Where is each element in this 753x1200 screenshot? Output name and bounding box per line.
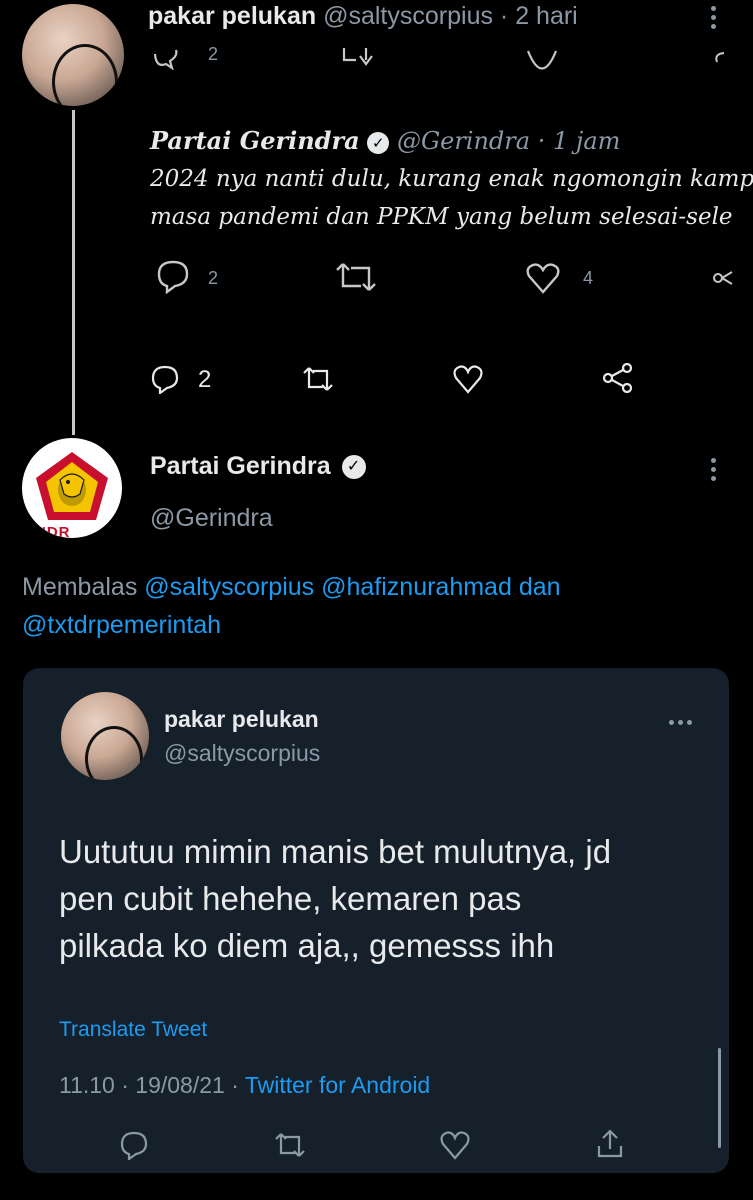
tweet1-like-button[interactable]	[452, 364, 484, 394]
quoted-time: · 1 jam	[537, 127, 621, 155]
author-name[interactable]: pakar pelukan	[148, 2, 316, 30]
gerindra-avatar[interactable]: RINDR	[22, 438, 122, 538]
tweet1-reply-button[interactable]	[150, 364, 180, 394]
quoted-like-count: 4	[583, 268, 594, 288]
avatar-detail	[85, 726, 143, 780]
reply-prefix: Membalas	[22, 573, 138, 601]
mention-link[interactable]: @txtdrpemerintah	[22, 611, 221, 639]
card-share-icon	[595, 1128, 625, 1160]
avatar-detail	[52, 44, 118, 106]
share-icon[interactable]	[712, 50, 726, 64]
quoted-share-icon	[712, 270, 734, 286]
retweet-icon[interactable]	[338, 46, 380, 70]
like-icon[interactable]	[525, 48, 559, 72]
card-source: Twitter for Android	[244, 1072, 431, 1098]
card-text-line: pen cubit hehehe, kemaren pas	[59, 880, 522, 917]
mention-link[interactable]: @hafiznurahmad	[321, 573, 512, 601]
card-reply-icon	[119, 1130, 149, 1160]
mention-link[interactable]: @saltyscorpius	[144, 573, 314, 601]
verified-icon: ✓	[341, 455, 366, 480]
quoted-reply-count: 2	[208, 268, 219, 288]
card-retweet-icon	[273, 1132, 307, 1158]
thread-line	[72, 110, 75, 435]
quoted-author-name: Partai Gerindra	[150, 126, 360, 155]
quoted-text-line1: 2024 nya nanti dulu, kurang enak ngomong…	[150, 166, 753, 192]
author-name[interactable]: Partai Gerindra	[150, 452, 331, 480]
more-options-icon[interactable]	[711, 454, 716, 485]
author-handle[interactable]: @saltyscorpius	[323, 2, 493, 30]
card-avatar	[61, 692, 149, 780]
separator-dot: ·	[499, 2, 509, 30]
card-author-handle: @saltyscorpius	[164, 740, 321, 766]
reply-context: Membalas @saltyscorpius @hafiznurahmad d…	[22, 568, 722, 644]
tweet1-retweet-button[interactable]	[301, 366, 335, 392]
gerindra-logo-text: RINDR	[22, 524, 71, 538]
reply-count: 2	[208, 44, 219, 64]
author-handle[interactable]: @Gerindra	[150, 504, 273, 533]
quoted-handle: @Gerindra	[396, 127, 531, 155]
verified-icon: ✓	[367, 131, 390, 154]
card-like-icon	[439, 1130, 471, 1160]
tweet1-header: pakar pelukan @saltyscorpius · 2 hari	[148, 2, 578, 31]
translate-tweet-link: Translate Tweet	[59, 1018, 208, 1041]
quoted-reply-icon	[155, 258, 191, 294]
avatar-pakar-pelukan[interactable]	[22, 4, 124, 106]
timestamp[interactable]: 2 hari	[515, 2, 578, 30]
quoted-text-line2: masa pandemi dan PPKM yang belum selesai…	[150, 204, 733, 230]
embedded-tweet-card[interactable]: pakar pelukan @saltyscorpius Uututuu mim…	[23, 668, 729, 1173]
quoted-like-icon	[525, 262, 561, 294]
quoted-retweet-icon	[333, 262, 379, 292]
tweet1-share-button[interactable]	[602, 363, 634, 393]
card-text-line: pilkada ko diem aja,, gemesss ihh	[59, 927, 555, 964]
card-more-icon	[667, 712, 694, 730]
tweet2-header: Partai Gerindra ✓	[150, 452, 366, 481]
more-options-icon[interactable]	[711, 2, 716, 33]
reply-conjunction: dan	[518, 573, 561, 601]
card-meta: 11.10 · 19/08/21 · Twitter for Android	[59, 1072, 430, 1099]
card-timestamp: 11.10 · 19/08/21 ·	[59, 1072, 239, 1098]
reply-icon[interactable]	[152, 48, 180, 70]
card-author-name: pakar pelukan	[164, 706, 319, 732]
card-text-line: Uututuu mimin manis bet mulutnya, jd	[59, 833, 612, 870]
gerindra-logo-icon	[36, 452, 108, 520]
card-tweet-text: Uututuu mimin manis bet mulutnya, jd pen…	[59, 828, 611, 969]
tweet1-reply-count: 2	[198, 366, 212, 393]
card-scrollbar	[718, 1048, 721, 1148]
quoted-header: Partai Gerindra ✓ @Gerindra · 1 jam	[150, 126, 620, 155]
